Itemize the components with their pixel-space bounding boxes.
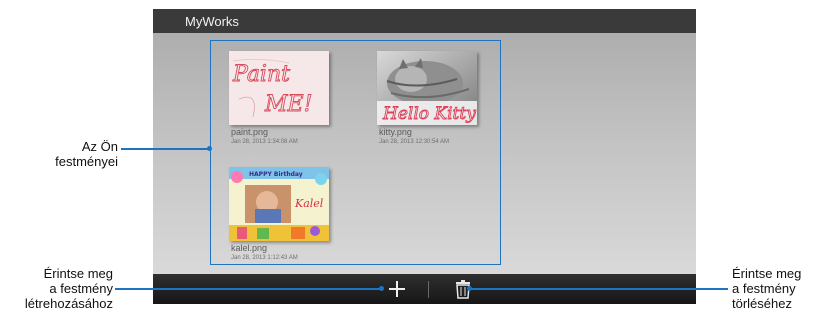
thumbnail-kitty: Hello Kitty <box>377 51 477 125</box>
callout-delete-line3: törléséhez <box>732 296 792 311</box>
callout-paintings: Az Ön festményei <box>48 139 118 169</box>
svg-text:Kalel: Kalel <box>294 197 324 210</box>
app-screen: MyWorks Paint ME! paint.png Jan 28, 2013… <box>153 9 696 304</box>
thumbnail-kalel: HAPPY Birthday Kalel <box>229 167 329 241</box>
svg-text:Paint: Paint <box>232 62 290 87</box>
callout-paintings-line <box>121 148 210 150</box>
svg-text:ME!: ME! <box>264 92 312 117</box>
callout-create-dot <box>379 286 384 291</box>
file-name: paint.png <box>231 127 269 137</box>
file-name: kitty.png <box>379 127 412 137</box>
callout-delete: Érintse meg a festmény törléséhez <box>732 266 817 311</box>
callout-create-line1: Érintse meg <box>43 266 113 281</box>
file-name: kalel.png <box>231 243 268 253</box>
callout-paintings-line1: Az Ön <box>81 139 118 154</box>
action-separator <box>428 281 429 298</box>
callout-delete-dot <box>467 286 472 291</box>
callout-paintings-line2: festményei <box>55 154 118 169</box>
callout-delete-line <box>470 288 728 290</box>
file-date: Jan 28, 2013 1:34:08 AM <box>231 139 298 145</box>
thumbnail-paint: Paint ME! <box>229 51 329 125</box>
app-title: MyWorks <box>185 14 239 29</box>
svg-text:Hello Kitty: Hello Kitty <box>382 104 476 124</box>
callout-create: Érintse meg a festmény létrehozásához <box>0 266 113 311</box>
callout-create-line3: létrehozásához <box>24 296 113 311</box>
file-date: Jan 28, 2013 1:12:43 AM <box>231 255 298 261</box>
svg-text:HAPPY Birthday: HAPPY Birthday <box>249 171 303 178</box>
callout-delete-line2: a festmény <box>732 281 796 296</box>
file-date: Jan 28, 2013 12:30:54 AM <box>379 139 450 145</box>
callout-paintings-dot <box>207 146 212 151</box>
title-bar: MyWorks <box>153 9 696 33</box>
callout-delete-line1: Érintse meg <box>732 266 802 281</box>
callout-create-line <box>115 288 381 290</box>
callout-create-line2: a festmény <box>49 281 113 296</box>
